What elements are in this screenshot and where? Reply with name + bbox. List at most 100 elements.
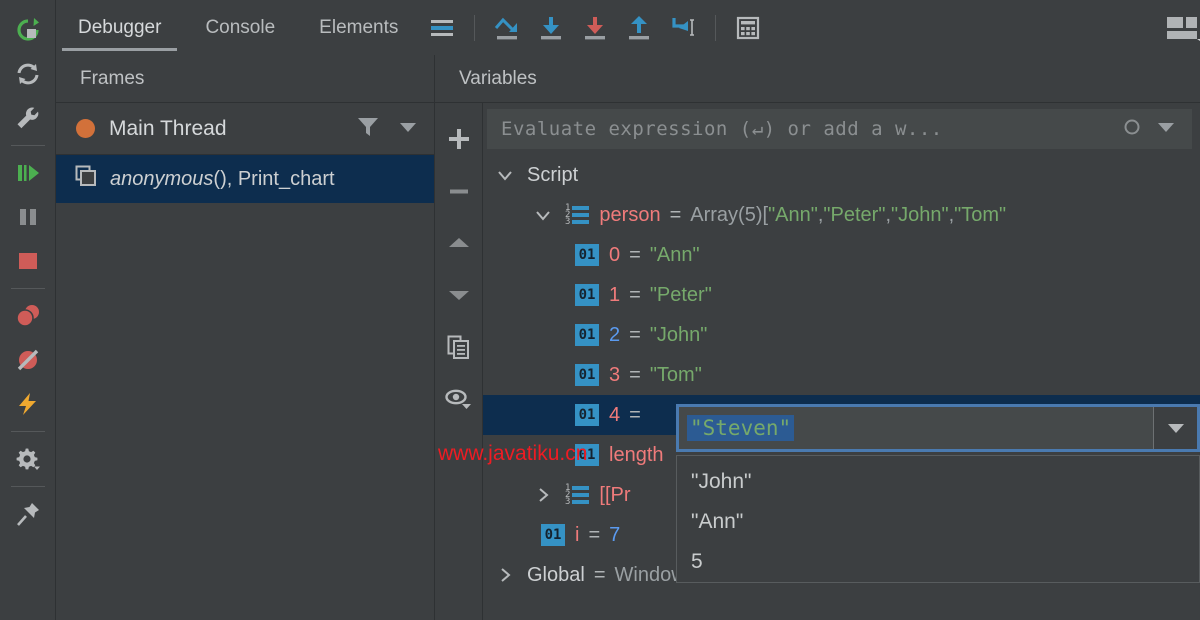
evaluate-expression-field[interactable]: Evaluate expression (↵) or add a w... [487, 109, 1192, 149]
variable-value: "John" [649, 323, 708, 346]
variable-name: [[Pr [599, 483, 631, 506]
step-over-icon[interactable] [485, 8, 529, 48]
step-out-icon[interactable] [617, 8, 661, 48]
inspect-button[interactable] [439, 373, 479, 425]
frame-function-name: anonymous [110, 167, 214, 190]
copy-value-button[interactable] [439, 321, 479, 373]
frame-icon [74, 164, 98, 194]
tab-console[interactable]: Console [183, 0, 297, 55]
array-preview-item: "Peter" [823, 203, 886, 226]
tab-elements[interactable]: Elements [297, 0, 420, 55]
suggestion-item[interactable]: 5 [677, 542, 1199, 582]
primitive-type-icon: 01 [575, 444, 599, 466]
rail-divider [10, 431, 45, 432]
primitive-type-icon: 01 [575, 324, 599, 346]
chevron-down-icon[interactable] [1153, 407, 1197, 449]
thread-controls [354, 112, 420, 145]
tab-debugger[interactable]: Debugger [56, 0, 183, 55]
add-watch-button[interactable] [439, 113, 479, 165]
equals-sign: = [669, 203, 682, 226]
rail-divider [10, 288, 45, 289]
chevron-collapsed-icon[interactable] [529, 486, 557, 504]
view-breakpoints-icon[interactable] [8, 294, 48, 338]
frame-list-item[interactable]: anonymous(), Print_chart [56, 155, 434, 203]
primitive-type-icon: 01 [575, 244, 599, 266]
frames-pane: Frames Main Thread anonymous(), Print_ch… [56, 55, 435, 620]
chevron-expanded-icon[interactable] [491, 166, 519, 184]
chevron-down-icon[interactable] [396, 114, 420, 143]
variable-value: Window [614, 563, 686, 586]
wrench-icon[interactable] [8, 96, 48, 140]
debugger-window: Debugger Console Elements Frames Main Th… [0, 0, 1200, 620]
variable-value: "Ann" [649, 243, 700, 266]
chevron-down-icon[interactable] [1154, 116, 1178, 143]
restart-icon[interactable] [8, 52, 48, 96]
suggestion-item[interactable]: "John" [677, 462, 1199, 502]
filter-icon[interactable] [354, 112, 382, 145]
primitive-type-icon: 01 [575, 404, 599, 426]
settings-gear-icon[interactable] [8, 437, 48, 481]
thread-selector[interactable]: Main Thread [56, 103, 434, 155]
array-preview-item: "John" [891, 203, 949, 226]
history-icon[interactable] [1122, 117, 1142, 142]
suggestion-item[interactable]: "Ann" [677, 502, 1199, 542]
move-up-button[interactable] [439, 217, 479, 269]
tree-row-index-3[interactable]: 01 3 = "Tom" [483, 355, 1200, 395]
move-down-button[interactable] [439, 269, 479, 321]
evaluate-placeholder: Evaluate expression (↵) or add a w... [501, 118, 943, 140]
toolbar-right-group [1158, 8, 1200, 55]
top-toolbar: Debugger Console Elements [56, 0, 1200, 55]
stop-icon[interactable] [8, 239, 48, 283]
chevron-expanded-icon[interactable] [529, 206, 557, 224]
pause-icon[interactable] [8, 195, 48, 239]
equals-sign: = [629, 283, 641, 306]
frames-empty-area [56, 203, 434, 620]
frame-label: anonymous(), Print_chart [110, 168, 335, 191]
tab-bar: Debugger Console Elements [56, 0, 420, 55]
tree-row-index-0[interactable]: 01 0 = "Ann" [483, 235, 1200, 275]
array-preview-item: "Tom" [954, 203, 1007, 226]
frame-suffix: (), Print_chart [213, 167, 335, 190]
variable-name: 0 [609, 243, 621, 266]
equals-sign: = [629, 363, 641, 386]
tree-row-index-1[interactable]: 01 1 = "Peter" [483, 275, 1200, 315]
value-suggestions-dropdown[interactable]: "John" "Ann" 5 [676, 455, 1200, 583]
resume-icon[interactable] [8, 151, 48, 195]
thread-status-dot [76, 119, 95, 138]
pin-icon[interactable] [8, 492, 48, 536]
chevron-collapsed-icon[interactable] [491, 566, 519, 584]
variable-name: length [609, 443, 664, 466]
variables-title: Variables [435, 55, 1200, 103]
equals-sign: = [629, 403, 641, 426]
array-preview-item: "Ann" [768, 203, 818, 226]
tree-row-person[interactable]: 123 person = Array(5) ["Ann", "Peter", "… [483, 195, 1200, 235]
tree-row-script[interactable]: Script [483, 155, 1200, 195]
run-to-cursor-icon[interactable] [661, 8, 705, 48]
toolbar-divider [715, 15, 717, 41]
array-type-icon: 123 [565, 483, 590, 506]
tree-row-index-2[interactable]: 01 2 = "John" [483, 315, 1200, 355]
primitive-type-icon: 01 [575, 284, 599, 306]
evaluate-expression-icon[interactable] [8, 382, 48, 426]
mute-breakpoints-icon[interactable] [8, 338, 48, 382]
value-editor[interactable]: "Steven" [676, 404, 1200, 452]
remove-watch-button[interactable] [439, 165, 479, 217]
thread-name: Main Thread [109, 116, 227, 140]
variable-name: Script [527, 163, 579, 186]
show-execution-point-icon[interactable] [420, 8, 464, 48]
variable-name: Global [527, 563, 585, 586]
layout-settings-icon[interactable] [1158, 8, 1200, 48]
primitive-type-icon: 01 [575, 364, 599, 386]
evaluate-calculator-icon[interactable] [726, 8, 770, 48]
equals-sign: = [629, 243, 641, 266]
variable-value: "Peter" [649, 283, 712, 306]
variable-value: 7 [609, 523, 621, 546]
equals-sign: = [593, 563, 606, 586]
equals-sign: = [588, 523, 601, 546]
step-into-icon[interactable] [529, 8, 573, 48]
rerun-icon[interactable] [8, 8, 48, 52]
toolbar-divider [474, 15, 476, 41]
equals-sign: = [629, 323, 641, 346]
force-step-into-icon[interactable] [573, 8, 617, 48]
value-editor-input[interactable]: "Steven" [687, 415, 795, 441]
